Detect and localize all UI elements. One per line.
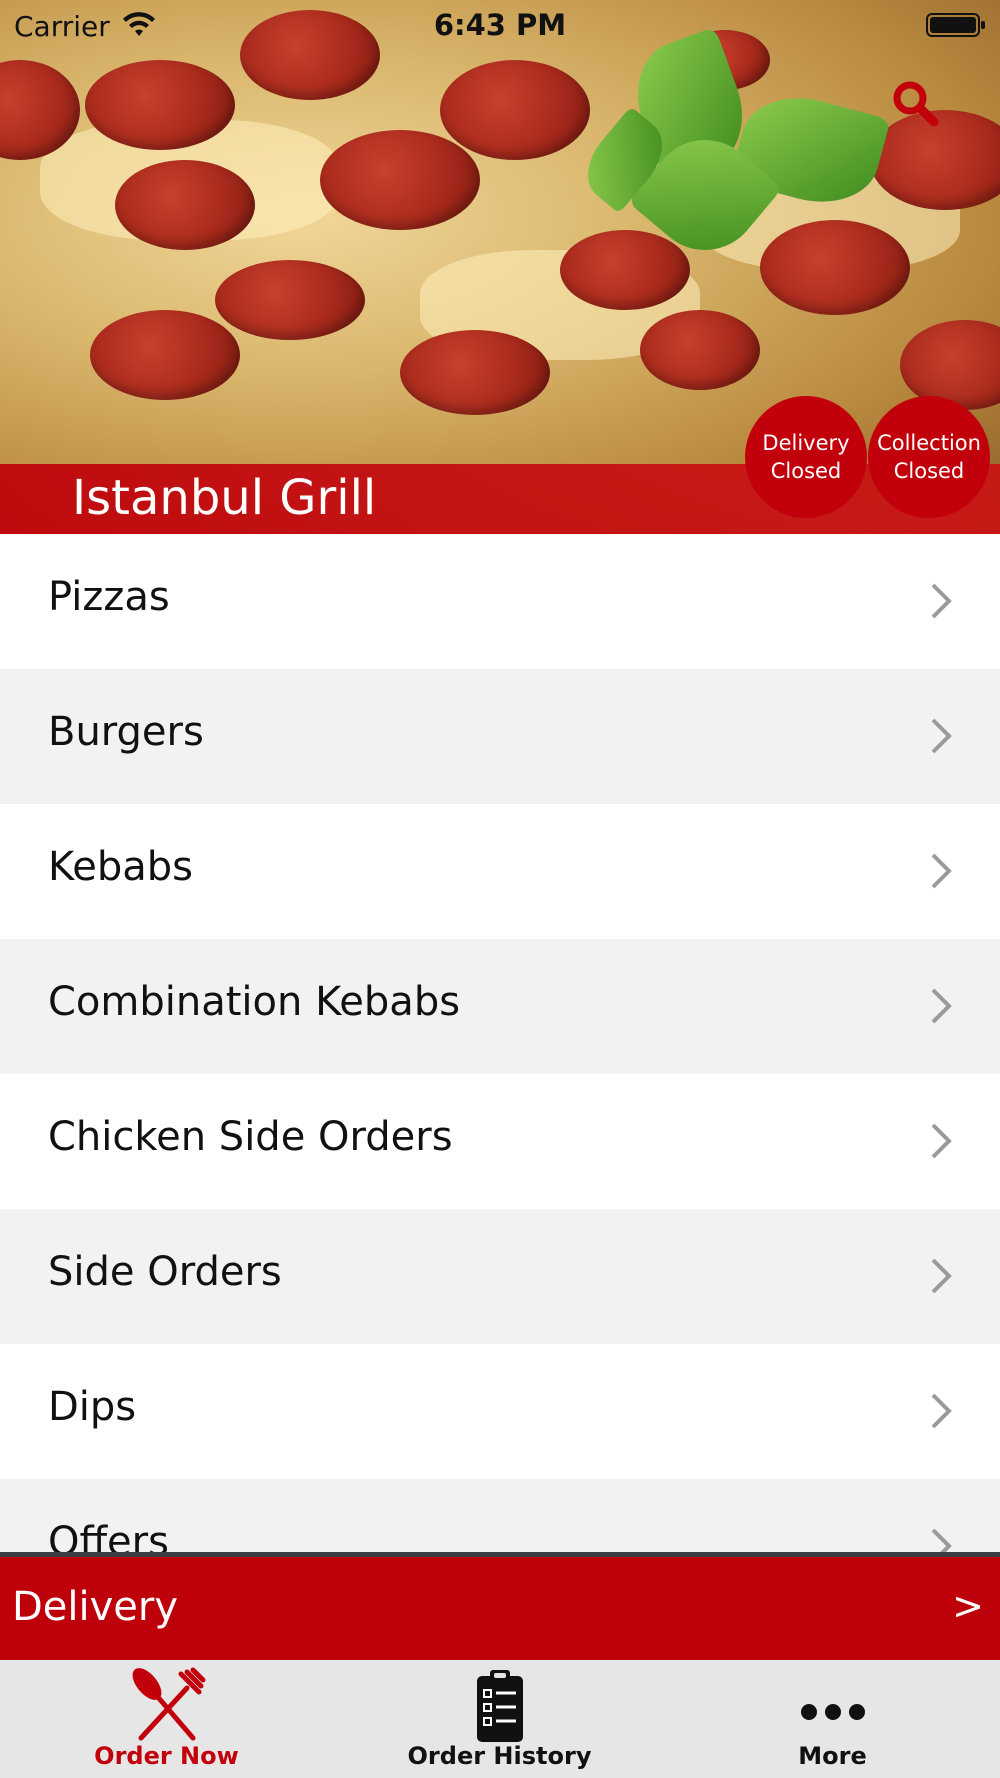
tab-label: More [798, 1742, 867, 1770]
delivery-status-badge: Delivery Closed [745, 396, 867, 518]
tab-order-history[interactable]: Order History [333, 1660, 666, 1778]
chevron-right-icon [931, 583, 952, 619]
chevron-right-icon [931, 718, 952, 754]
pepperoni [320, 130, 480, 230]
search-icon[interactable] [890, 78, 940, 128]
tab-order-now[interactable]: Order Now [0, 1660, 333, 1778]
category-row-combination-kebabs[interactable]: Combination Kebabs [0, 939, 1000, 1074]
delivery-status-line1: Delivery [762, 431, 850, 455]
pepperoni [440, 60, 590, 160]
category-label: Offers [48, 1519, 169, 1554]
status-bar: Carrier 6:43 PM [0, 0, 1000, 50]
pepperoni [560, 230, 690, 310]
tab-more[interactable]: More [666, 1660, 999, 1778]
chevron-right-icon [931, 1528, 952, 1554]
category-label: Kebabs [48, 844, 193, 890]
pepperoni [400, 330, 550, 415]
delivery-status-line2: Closed [770, 459, 842, 483]
category-row-dips[interactable]: Dips [0, 1344, 1000, 1479]
chevron-right-icon [931, 988, 952, 1024]
delivery-arrow-icon: > [952, 1584, 984, 1628]
tab-bar: Order Now Order History More [0, 1660, 1000, 1778]
chevron-right-icon [931, 1258, 952, 1294]
more-dots-icon [800, 1704, 865, 1720]
pepperoni [90, 310, 240, 400]
pepperoni [85, 60, 235, 150]
category-row-kebabs[interactable]: Kebabs [0, 804, 1000, 939]
category-row-side-orders[interactable]: Side Orders [0, 1209, 1000, 1344]
fork-knife-icon [132, 1667, 205, 1741]
collection-status-line1: Collection [877, 431, 981, 455]
category-list[interactable]: Pizzas Burgers Kebabs Combination Kebabs… [0, 534, 1000, 1554]
delivery-mode-label: Delivery [12, 1584, 179, 1630]
pepperoni [115, 160, 255, 250]
category-label: Pizzas [48, 574, 170, 620]
tab-label: Order History [407, 1742, 592, 1770]
collection-status-line2: Closed [893, 459, 965, 483]
tab-label: Order Now [94, 1742, 239, 1770]
category-label: Burgers [48, 709, 204, 755]
clipboard-icon [476, 1670, 523, 1742]
clock: 6:43 PM [433, 8, 567, 42]
chevron-right-icon [931, 853, 952, 889]
delivery-mode-bar[interactable]: Delivery > [0, 1557, 1000, 1660]
collection-status-badge: Collection Closed [868, 396, 990, 518]
chevron-right-icon [931, 1123, 952, 1159]
battery-icon [926, 13, 985, 37]
category-row-offers[interactable]: Offers [0, 1479, 1000, 1554]
category-label: Dips [48, 1384, 137, 1430]
pepperoni [640, 310, 760, 390]
category-label: Chicken Side Orders [48, 1114, 453, 1160]
pepperoni [760, 220, 910, 315]
category-label: Side Orders [48, 1249, 282, 1295]
category-row-pizzas[interactable]: Pizzas [0, 534, 1000, 669]
category-row-chicken-side-orders[interactable]: Chicken Side Orders [0, 1074, 1000, 1209]
restaurant-name: Istanbul Grill [72, 470, 377, 526]
pepperoni [215, 260, 365, 340]
category-label: Combination Kebabs [48, 979, 461, 1025]
chevron-right-icon [931, 1393, 952, 1429]
category-row-burgers[interactable]: Burgers [0, 669, 1000, 804]
